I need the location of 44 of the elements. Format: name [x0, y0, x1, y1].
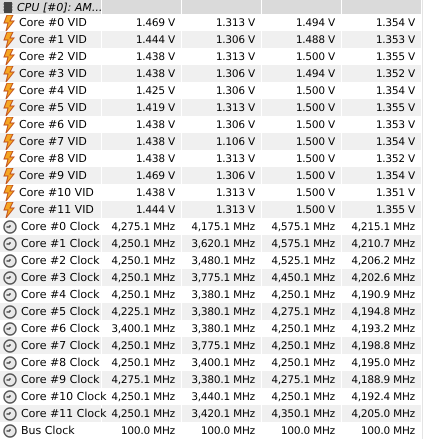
lightning-bolt-icon: [3, 82, 15, 98]
sensor-name: Bus Clock: [21, 424, 75, 437]
sensor-name: Core #7 VID: [19, 135, 87, 148]
group-title: CPU [#0]: AM...: [17, 0, 102, 14]
sensor-name: Core #11 VID: [19, 203, 94, 216]
sensor-name: Core #4 Clock: [21, 288, 100, 301]
table-cell: 100.0 MHz: [342, 422, 422, 439]
sensor-name: Core #11 Clock: [21, 407, 107, 420]
sensor-name: Core #8 Clock: [21, 356, 100, 369]
lightning-bolt-icon: [3, 32, 15, 48]
sensor-name: Core #4 VID: [19, 84, 87, 97]
sensor-name: Core #5 VID: [19, 101, 87, 114]
sensor-name: Core #1 VID: [19, 33, 87, 46]
lightning-bolt-icon: [3, 150, 15, 166]
lightning-bolt-icon: [3, 48, 15, 64]
sensor-name: Core #8 VID: [19, 152, 87, 165]
sensor-name: Core #1 Clock: [21, 237, 100, 250]
sensor-name: Core #5 Clock: [21, 305, 100, 318]
lightning-bolt-icon: [3, 14, 15, 30]
clock-icon: [3, 424, 17, 438]
lightning-bolt-icon: [3, 168, 15, 184]
sensor-name: Core #6 Clock: [21, 322, 100, 335]
table-cell: 100.0 MHz: [262, 422, 342, 439]
sensor-name: Core #7 Clock: [21, 339, 100, 352]
sensor-name: Core #10 VID: [19, 186, 94, 199]
lightning-bolt-icon: [3, 100, 15, 116]
lightning-bolt-icon: [3, 184, 15, 200]
sensor-name: Core #10 Clock: [21, 390, 107, 403]
sensor-name: Core #3 VID: [19, 67, 87, 80]
chip-icon: [3, 0, 13, 14]
lightning-bolt-icon: [3, 202, 15, 218]
lightning-bolt-icon: [3, 116, 15, 132]
sensor-name: Core #6 VID: [19, 118, 87, 131]
sensor-name: Core #9 VID: [19, 169, 87, 182]
sensor-name: Core #9 Clock: [21, 373, 100, 386]
lightning-bolt-icon: [3, 66, 15, 82]
sensor-name: Core #0 VID: [19, 16, 87, 29]
sensor-name: Core #0 Clock: [21, 220, 100, 233]
sensor-name: Core #2 Clock: [21, 254, 100, 267]
sensor-name: Core #3 Clock: [21, 271, 100, 284]
table-cell: 100.0 MHz: [102, 422, 182, 439]
table-cell: 100.0 MHz: [182, 422, 262, 439]
sensor-name: Core #2 VID: [19, 50, 87, 63]
lightning-bolt-icon: [3, 134, 15, 150]
